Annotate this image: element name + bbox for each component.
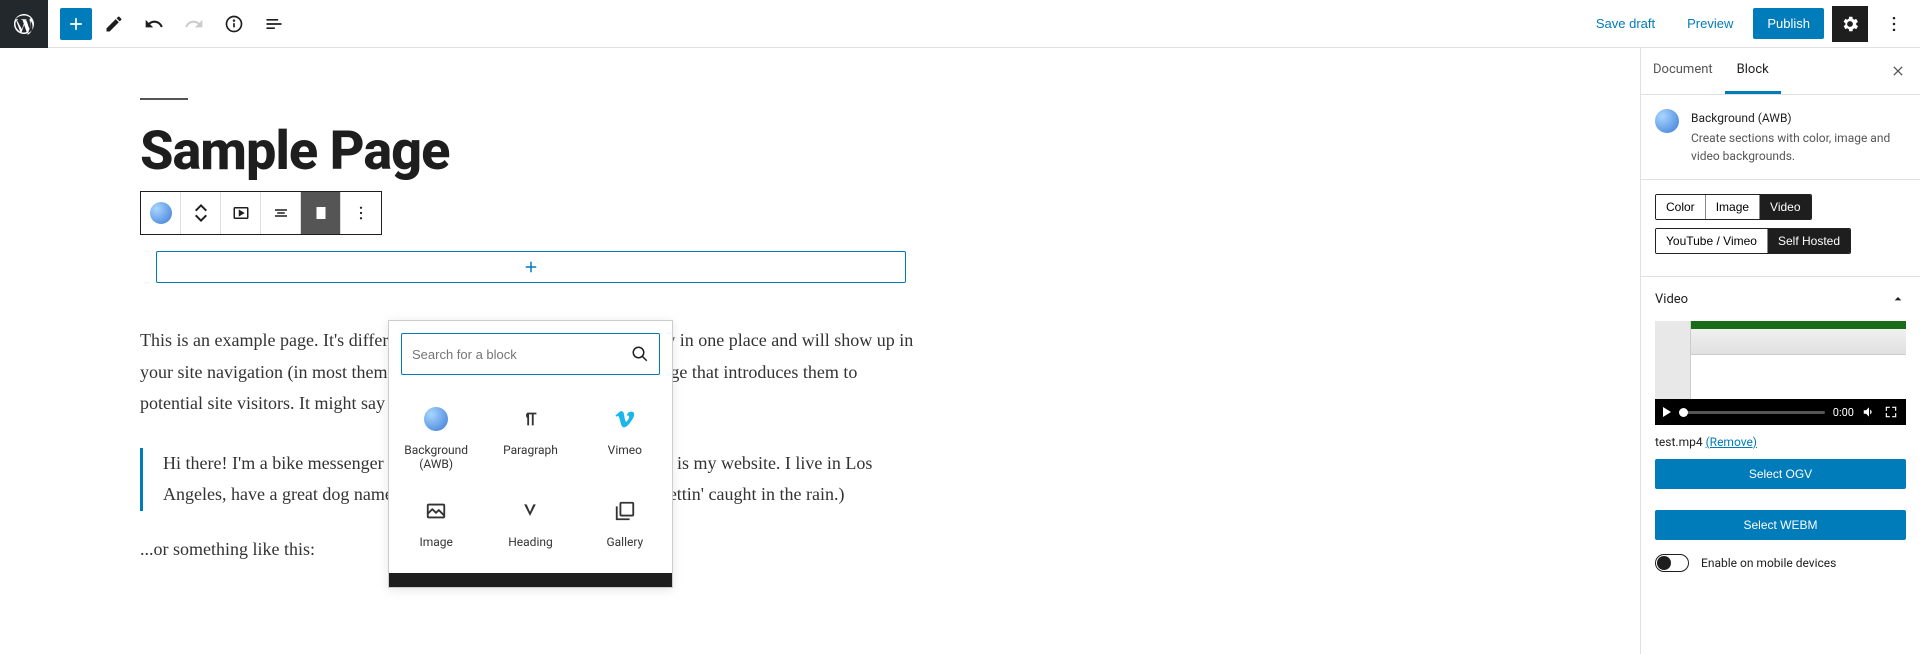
block-inserter-popover: Background (AWB) Paragraph Vimeo Image — [388, 320, 673, 588]
move-block-button[interactable] — [181, 192, 221, 234]
add-block-button[interactable] — [60, 8, 92, 40]
media-button[interactable] — [221, 192, 261, 234]
source-youtube-vimeo[interactable]: YouTube / Vimeo — [1656, 229, 1768, 253]
tab-block[interactable]: Block — [1725, 48, 1781, 94]
block-toolbar — [140, 191, 382, 235]
bg-type-image[interactable]: Image — [1706, 195, 1760, 219]
awb-icon — [150, 202, 172, 224]
paragraph-icon — [487, 405, 573, 433]
video-filename: test.mp4 — [1655, 435, 1703, 449]
publish-button[interactable]: Publish — [1753, 8, 1824, 39]
more-options-button[interactable] — [1876, 6, 1912, 42]
video-preview[interactable]: 0:00 — [1655, 321, 1906, 425]
video-thumbnail — [1655, 321, 1906, 399]
redo-button[interactable] — [176, 6, 212, 42]
play-icon[interactable] — [1663, 407, 1671, 417]
block-name: Background (AWB) — [1691, 109, 1906, 127]
outline-button[interactable] — [256, 6, 292, 42]
inserter-item-image[interactable]: Image — [389, 487, 483, 565]
vimeo-icon — [582, 405, 668, 433]
inserter-search[interactable] — [401, 333, 660, 375]
awb-block-appender[interactable] — [156, 251, 906, 283]
video-scrubber[interactable] — [1679, 411, 1825, 414]
inserter-item-vimeo[interactable]: Vimeo — [578, 395, 672, 487]
editor-canvas[interactable]: Sample Page — [0, 48, 1640, 654]
inserter-item-gallery[interactable]: Gallery — [578, 487, 672, 565]
save-draft-button[interactable]: Save draft — [1584, 8, 1667, 39]
info-button[interactable] — [216, 6, 252, 42]
tab-document[interactable]: Document — [1641, 48, 1725, 94]
search-input[interactable] — [412, 347, 631, 362]
video-controls: 0:00 — [1655, 399, 1906, 425]
inserter-item-heading[interactable]: Heading — [483, 487, 577, 565]
heading-icon — [487, 497, 573, 525]
source-self-hosted[interactable]: Self Hosted — [1768, 229, 1850, 253]
preview-button[interactable]: Preview — [1675, 8, 1745, 39]
title-decoration — [140, 98, 188, 100]
select-ogv-button[interactable]: Select OGV — [1655, 459, 1906, 489]
enable-mobile-label: Enable on mobile devices — [1701, 556, 1836, 570]
fullwidth-button[interactable] — [301, 192, 341, 234]
block-more-button[interactable] — [341, 192, 381, 234]
remove-video-link[interactable]: (Remove) — [1706, 435, 1757, 449]
close-sidebar-button[interactable] — [1876, 53, 1920, 89]
inserter-item-background-awb[interactable]: Background (AWB) — [389, 395, 483, 487]
video-time: 0:00 — [1833, 406, 1854, 419]
undo-button[interactable] — [136, 6, 172, 42]
video-source-selector: YouTube / Vimeo Self Hosted — [1655, 228, 1851, 254]
chevron-up-icon — [1890, 291, 1906, 307]
awb-icon — [1655, 109, 1679, 133]
inserter-item-paragraph[interactable]: Paragraph — [483, 395, 577, 487]
settings-button[interactable] — [1832, 6, 1868, 42]
gallery-icon — [582, 497, 668, 525]
wordpress-logo[interactable] — [0, 0, 48, 48]
inserter-footer — [389, 573, 672, 587]
awb-icon — [424, 407, 448, 431]
video-panel-toggle[interactable]: Video — [1641, 277, 1920, 321]
bg-type-video[interactable]: Video — [1760, 195, 1810, 219]
align-button[interactable] — [261, 192, 301, 234]
select-webm-button[interactable]: Select WEBM — [1655, 510, 1906, 540]
top-toolbar: Save draft Preview Publish — [0, 0, 1920, 48]
block-description: Create sections with color, image and vi… — [1691, 129, 1906, 165]
image-icon — [393, 497, 479, 525]
background-type-selector: Color Image Video — [1655, 194, 1812, 220]
fullscreen-icon[interactable] — [1884, 405, 1898, 419]
block-type-button[interactable] — [141, 192, 181, 234]
search-icon — [631, 345, 649, 363]
edit-mode-button[interactable] — [96, 6, 132, 42]
page-title[interactable]: Sample Page — [140, 120, 920, 183]
bg-type-color[interactable]: Color — [1656, 195, 1706, 219]
settings-sidebar: Document Block Background (AWB) Create s… — [1640, 48, 1920, 654]
enable-mobile-toggle[interactable] — [1655, 554, 1689, 572]
volume-icon[interactable] — [1862, 405, 1876, 419]
